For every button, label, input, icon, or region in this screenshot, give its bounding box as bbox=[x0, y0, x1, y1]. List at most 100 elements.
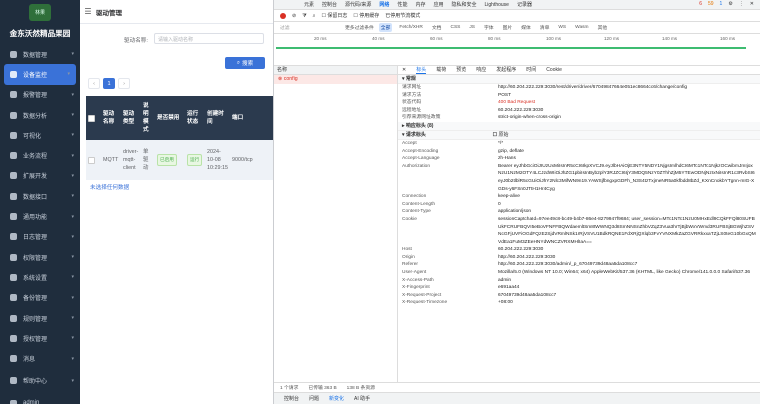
sidebar-item-5[interactable]: 业务流程 ▾ bbox=[0, 145, 80, 165]
drawer-tab-2[interactable]: 新变化 bbox=[329, 395, 344, 402]
filter-type-2[interactable]: 文档 bbox=[430, 23, 444, 32]
drawer-tab-0[interactable]: 控制台 bbox=[284, 395, 299, 402]
general-section[interactable]: ▾ 常规 bbox=[398, 75, 760, 84]
filter-input[interactable]: 过滤 bbox=[280, 24, 340, 31]
devtools-tab-1[interactable]: 控制台 bbox=[322, 1, 337, 8]
response-headers-section[interactable]: ▸ 响应标头 (8) bbox=[398, 121, 760, 131]
header-key: Referer bbox=[402, 262, 418, 268]
devtools-tab-8[interactable]: Lighthouse bbox=[485, 2, 509, 8]
sidebar-item-12[interactable]: 备份管理 ▾ bbox=[0, 288, 80, 308]
prev-page-button[interactable]: ‹ bbox=[88, 78, 100, 89]
close-detail-icon[interactable]: ✕ bbox=[402, 66, 406, 74]
disable-cache-checkbox[interactable]: ☐ 停用缓存 bbox=[353, 12, 379, 19]
request-headers-section[interactable]: ▾ 请求标头 ☐ 原始 bbox=[398, 130, 760, 140]
sidebar-item-label: admin bbox=[23, 400, 40, 404]
menu-icon bbox=[10, 192, 17, 200]
sidebar-item-1[interactable]: 设备监控 ▾ bbox=[4, 64, 76, 85]
sidebar-item-9[interactable]: 日志管理 ▾ bbox=[0, 227, 80, 247]
filter-type-0[interactable]: 全部 bbox=[378, 23, 393, 32]
filter-type-7[interactable]: 媒体 bbox=[519, 23, 533, 32]
sidebar-item-16[interactable]: 帮助中心 ▾ bbox=[0, 371, 80, 391]
devtools-tab-4[interactable]: 性能 bbox=[397, 1, 407, 8]
devtools-drawer: 控制台 问题 新变化 AI 助手 bbox=[274, 392, 760, 404]
sidebar-item-4[interactable]: 可视化 ▾ bbox=[0, 125, 80, 145]
record-icon[interactable] bbox=[280, 12, 286, 19]
cell-disabled: 已启用 bbox=[155, 140, 185, 180]
devtools-tab-9[interactable]: 记录器 bbox=[517, 1, 532, 8]
sidebar-item-15[interactable]: 消息 ▾ bbox=[0, 348, 80, 368]
filter-type-6[interactable]: 图片 bbox=[501, 23, 515, 32]
sidebar-item-2[interactable]: 报警管理 ▾ bbox=[0, 85, 80, 105]
header-row: Accept */* bbox=[398, 140, 760, 148]
search-icon[interactable]: ⌕ bbox=[313, 13, 316, 19]
sidebar-item-13[interactable]: 规则管理 ▾ bbox=[0, 308, 80, 328]
error-count[interactable]: 6 bbox=[699, 1, 702, 7]
chevron-down-icon: ▾ bbox=[71, 377, 74, 384]
next-page-button[interactable]: › bbox=[118, 78, 130, 89]
request-list: 名称 ⊗ config bbox=[274, 66, 398, 382]
page-number[interactable]: 1 bbox=[103, 78, 115, 89]
close-icon[interactable]: ✕ bbox=[750, 1, 754, 7]
sidebar-item-0[interactable]: 数据管理 ▾ bbox=[0, 44, 80, 64]
timeline-label: 40 ms bbox=[372, 36, 385, 41]
filter-type-5[interactable]: 字体 bbox=[482, 23, 496, 32]
detail-tab-3[interactable]: 响应 bbox=[476, 66, 486, 74]
detail-tab-1[interactable]: 载荷 bbox=[436, 66, 446, 74]
selection-hint[interactable]: 未选择任何数据 bbox=[90, 183, 129, 191]
settings-icon[interactable]: ⚙ bbox=[728, 1, 732, 7]
sidebar-item-11[interactable]: 系统设置 ▾ bbox=[0, 267, 80, 287]
col-created[interactable]: 创建时间 bbox=[205, 96, 230, 140]
devtools-tab-7[interactable]: 隐私和安全 bbox=[451, 1, 476, 8]
detail-tab-6[interactable]: Cookie bbox=[546, 66, 562, 74]
select-all-checkbox[interactable] bbox=[86, 96, 101, 140]
header-key: User-Agent bbox=[402, 270, 427, 276]
sidebar-item-8[interactable]: 通用功能 ▾ bbox=[0, 206, 80, 226]
more-filters[interactable]: 更多过滤条件 bbox=[345, 24, 374, 31]
sidebar-item-10[interactable]: 权限管理 ▾ bbox=[0, 247, 80, 267]
filter-type-1[interactable]: Fetch/XHR bbox=[397, 24, 424, 31]
sidebar-item-14[interactable]: 授权管理 ▾ bbox=[0, 328, 80, 348]
detail-tab-0[interactable]: 标头 bbox=[416, 66, 427, 74]
page-title: 驱动管理 bbox=[96, 9, 122, 17]
request-item[interactable]: ⊗ config bbox=[274, 75, 397, 84]
drawer-tab-1[interactable]: 问题 bbox=[309, 395, 319, 402]
filter-icon[interactable]: ⧩ bbox=[302, 13, 306, 19]
filter-type-3[interactable]: CSS bbox=[448, 24, 462, 31]
header-value: POST bbox=[498, 92, 512, 98]
timeline-label: 120 ms bbox=[604, 36, 620, 41]
filter-type-11[interactable]: 其他 bbox=[596, 23, 610, 32]
row-checkbox[interactable] bbox=[86, 140, 101, 180]
raw-checkbox-label[interactable]: 原始 bbox=[498, 132, 508, 138]
driver-name-input[interactable]: 请输入驱动名称 bbox=[154, 33, 264, 44]
throttle-select[interactable]: 已停用节流模式 bbox=[385, 12, 420, 19]
sidebar-item-7[interactable]: 数据接口 ▾ bbox=[0, 186, 80, 206]
sidebar-item-17[interactable]: admin bbox=[0, 393, 80, 404]
drawer-tab-3[interactable]: AI 助手 bbox=[354, 395, 370, 402]
filter-type-8[interactable]: 清单 bbox=[538, 23, 552, 32]
table-row[interactable]: MQTT driver-mqtt-client 单驱动 已启用 运行 2024-… bbox=[86, 140, 273, 180]
clear-icon[interactable]: ⊘ bbox=[292, 13, 296, 19]
preserve-log-checkbox[interactable]: ☐ 保留日志 bbox=[321, 12, 347, 19]
filter-type-9[interactable]: WS bbox=[556, 24, 568, 31]
devtools-tab-0[interactable]: 元素 bbox=[304, 1, 314, 8]
devtools-tab-5[interactable]: 内存 bbox=[415, 1, 425, 8]
devtools-tab-3[interactable]: 网络 bbox=[379, 1, 389, 8]
header-row: Content-Length 0 bbox=[398, 201, 760, 209]
detail-tab-5[interactable]: 时间 bbox=[526, 66, 536, 74]
detail-tab-4[interactable]: 发起程序 bbox=[496, 66, 516, 74]
sidebar-item-6[interactable]: 扩展开发 ▾ bbox=[0, 166, 80, 186]
detail-tab-2[interactable]: 预览 bbox=[456, 66, 466, 74]
devtools-tab-6[interactable]: 应用 bbox=[433, 1, 443, 8]
header-row: X-Fingerprint e691aa44 bbox=[398, 284, 760, 292]
info-count[interactable]: 1 bbox=[720, 1, 723, 7]
header-value: http://60.204.222.229:3030/admin/_p_6704… bbox=[498, 262, 638, 268]
more-icon[interactable]: ⋮ bbox=[739, 1, 744, 7]
sidebar-item-3[interactable]: 数据分析 ▾ bbox=[0, 105, 80, 125]
filter-type-10[interactable]: Wasm bbox=[573, 24, 590, 31]
menu-icon bbox=[10, 334, 17, 342]
devtools-tab-2[interactable]: 源代码/来源 bbox=[345, 1, 371, 8]
search-button[interactable]: ⌕ 搜索 bbox=[225, 57, 265, 69]
warning-count[interactable]: 59 bbox=[708, 1, 714, 7]
menu-toggle-icon[interactable]: ☰ bbox=[80, 7, 96, 16]
filter-type-4[interactable]: JS bbox=[467, 24, 477, 31]
